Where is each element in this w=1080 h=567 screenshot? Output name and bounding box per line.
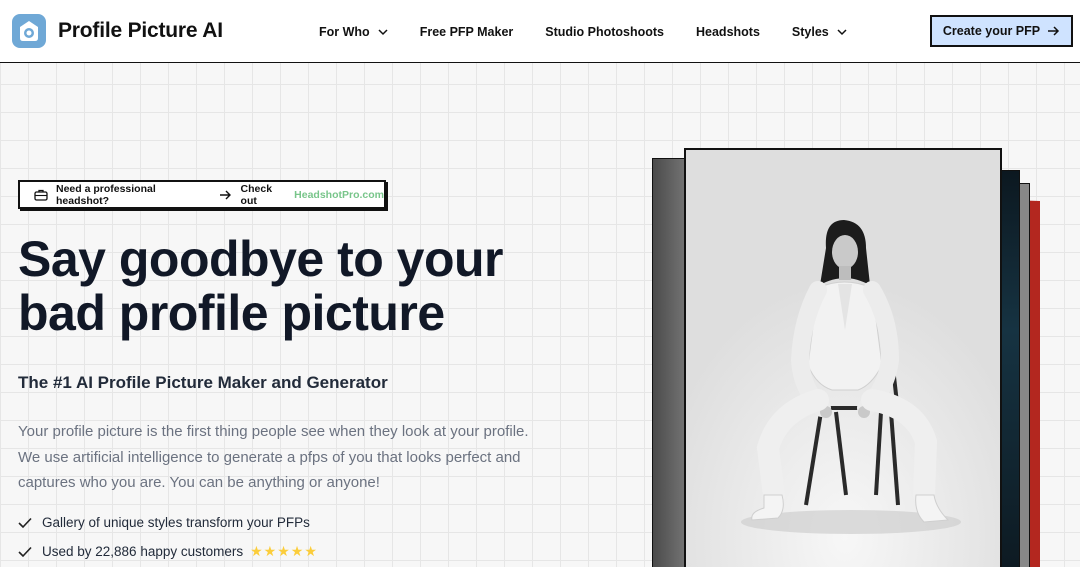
- hero-description: Your profile picture is the first thing …: [18, 423, 529, 491]
- nav-links: For Who Free PFP Maker Studio Photoshoot…: [319, 0, 879, 63]
- five-star-rating-icon: ★★★★★: [250, 543, 318, 559]
- hero-title-line2: bad profile picture: [18, 285, 445, 341]
- checkmark-icon: [18, 517, 32, 528]
- list-item: Used by 22,886 happy customers ★★★★★: [18, 537, 318, 566]
- badge-check-out: Check out: [240, 182, 273, 207]
- hero-title: Say goodbye to your bad profile picture: [18, 232, 578, 340]
- feature-text: Used by 22,886 happy customers: [42, 544, 244, 559]
- nav-headshots[interactable]: Headshots: [696, 25, 760, 39]
- list-item: Gallery of unique styles transform your …: [18, 508, 318, 537]
- headshotpro-link[interactable]: HeadshotPro.com: [294, 189, 384, 201]
- arrow-right-icon: [1048, 26, 1060, 36]
- nav-styles-label: Styles: [791, 24, 829, 39]
- checkmark-icon: [18, 546, 32, 557]
- nav-styles[interactable]: Styles: [792, 25, 847, 39]
- camera-logo-icon: [12, 14, 46, 48]
- feature-text: Gallery of unique styles transform your …: [42, 515, 310, 530]
- brand-logo[interactable]: Profile Picture AI: [12, 14, 223, 48]
- arrow-right-icon: [219, 190, 231, 199]
- create-pfp-label: Create your PFP: [942, 24, 1041, 38]
- woman-in-white-suit-illustration: [686, 150, 1000, 567]
- chevron-down-icon: [378, 28, 388, 35]
- hero-title-line1: Say goodbye to your: [18, 231, 504, 287]
- nav-for-who-label: For Who: [319, 24, 370, 39]
- headshotpro-promo-badge[interactable]: Need a professional headshot? Check out …: [18, 180, 386, 209]
- top-nav: Profile Picture AI For Who Free PFP Make…: [0, 0, 1080, 63]
- briefcase-icon: [34, 189, 48, 201]
- nav-free-pfp-maker-label: Free PFP Maker: [419, 24, 514, 39]
- create-pfp-button[interactable]: Create your PFP: [930, 15, 1073, 47]
- hero-subtitle: The #1 AI Profile Picture Maker and Gene…: [18, 373, 388, 392]
- nav-free-pfp-maker[interactable]: Free PFP Maker: [420, 25, 514, 39]
- hero-photo: [684, 148, 1002, 567]
- badge-prompt: Need a professional headshot?: [55, 182, 156, 207]
- brand-name: Profile Picture AI: [58, 19, 223, 42]
- nav-headshots-label: Headshots: [696, 24, 760, 39]
- nav-studio-photoshoots[interactable]: Studio Photoshoots: [545, 25, 664, 39]
- nav-studio-photoshoots-label: Studio Photoshoots: [545, 24, 664, 39]
- chevron-down-icon: [837, 28, 847, 35]
- feature-list: Gallery of unique styles transform your …: [18, 508, 318, 566]
- nav-for-who[interactable]: For Who: [319, 25, 388, 39]
